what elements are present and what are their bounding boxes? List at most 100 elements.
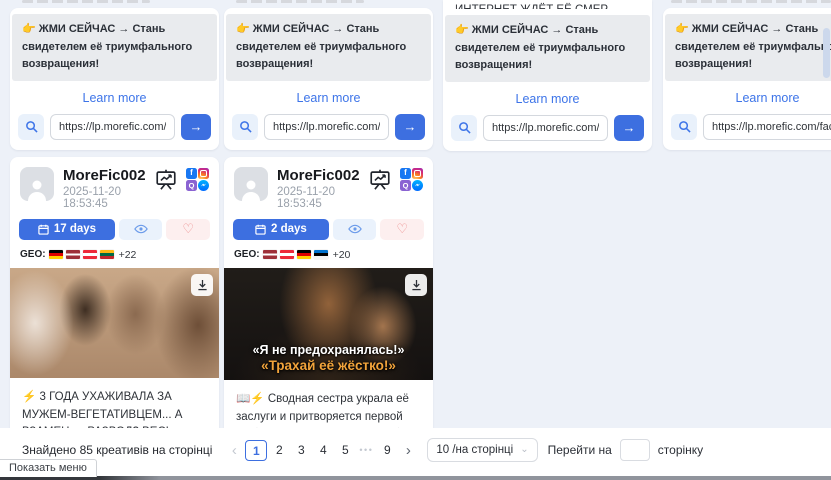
views-button[interactable]	[119, 219, 163, 240]
geo-more-count: +20	[333, 249, 351, 261]
url-row: →	[10, 114, 219, 150]
search-icon-button[interactable]	[451, 115, 477, 141]
stats-row: 2 days ♡	[224, 210, 433, 240]
image-download-button[interactable]	[405, 274, 427, 296]
open-link-button[interactable]: →	[181, 114, 211, 140]
arrow-right-icon: →	[404, 119, 417, 134]
placement-icons: f Q	[400, 168, 423, 191]
search-icon-button[interactable]	[18, 114, 44, 140]
geo-flags	[263, 250, 328, 259]
flag-lt-icon	[100, 250, 114, 259]
stats-row: 17 days ♡	[10, 210, 219, 240]
column-3: ИНТЕРНЕТ ЖДЁТ ЕЁ СМЕР...more 👉 ЖМИ СЕЙЧА…	[443, 0, 652, 151]
audience-network-icon: Q	[400, 180, 411, 191]
search-icon	[239, 120, 252, 133]
profile-timestamp: 2025-11-20 18:53:45	[277, 186, 368, 210]
page-size-value: 10 /на сторінці	[436, 444, 513, 456]
audience-network-icon: Q	[186, 180, 197, 191]
show-menu-tooltip[interactable]: Показать меню	[0, 459, 97, 477]
facebook-icon: f	[186, 168, 197, 179]
clipped-card-fragment	[22, 0, 150, 3]
url-input[interactable]	[483, 115, 608, 141]
eye-icon	[134, 224, 148, 234]
goto-page-input[interactable]	[620, 439, 650, 461]
url-input[interactable]	[264, 114, 389, 140]
creative-image[interactable]	[10, 268, 219, 378]
learn-more-link[interactable]: Learn more	[10, 91, 219, 105]
days-label: 17 days	[54, 223, 96, 235]
search-icon-button[interactable]	[671, 114, 697, 140]
results-count-text: Знайдено 85 креативів на сторінці	[22, 443, 212, 457]
creatives-page: 👉 ЖМИ СЕЙЧАС → Стань свидетелем её триум…	[0, 0, 831, 480]
facebook-icon: f	[400, 168, 411, 179]
image-caption: «Я не предохранялась!» «Трахай её жёстко…	[224, 343, 433, 373]
calendar-icon	[255, 224, 266, 235]
days-active-badge[interactable]: 17 days	[19, 219, 115, 240]
messenger-icon	[412, 180, 423, 191]
learn-more-link[interactable]: Learn more	[663, 91, 831, 105]
favorite-button[interactable]: ♡	[166, 219, 210, 240]
cta-text: 👉 ЖМИ СЕЙЧАС → Стань свидетелем её триум…	[445, 15, 650, 82]
clipped-card-fragment	[236, 0, 364, 3]
goto-page-suffix: сторінку	[658, 443, 703, 457]
cta-text: 👉 ЖМИ СЕЙЧАС → Стань свидетелем её триум…	[12, 14, 217, 81]
url-input[interactable]	[703, 114, 831, 140]
scrollbar-thumb[interactable]	[823, 28, 830, 78]
geo-flags	[49, 250, 114, 259]
url-row	[663, 114, 831, 150]
person-icon	[240, 177, 262, 201]
search-icon-button[interactable]	[232, 114, 258, 140]
favorite-button[interactable]: ♡	[380, 219, 424, 240]
days-active-badge[interactable]: 2 days	[233, 219, 329, 240]
page-button-4[interactable]: 4	[313, 440, 333, 461]
open-link-button[interactable]: →	[614, 115, 644, 141]
creative-card-footer-block: 👉 ЖМИ СЕЙЧАС → Стань свидетелем её триум…	[224, 8, 433, 150]
prev-page-button[interactable]: ‹	[225, 443, 243, 458]
views-button[interactable]	[333, 219, 377, 240]
geo-more-count: +22	[119, 249, 137, 261]
learn-more-link[interactable]: Learn more	[443, 92, 652, 106]
avatar	[234, 167, 268, 201]
profile-timestamp: 2025-11-20 18:53:45	[63, 186, 154, 210]
learn-more-link[interactable]: Learn more	[224, 91, 433, 105]
open-link-button[interactable]: →	[395, 114, 425, 140]
heart-icon: ♡	[182, 221, 194, 237]
image-download-button[interactable]	[191, 274, 213, 296]
flag-de-icon	[49, 250, 63, 259]
chevron-down-icon: ⌄	[520, 445, 528, 455]
profile-name: MoreFic002	[277, 167, 368, 184]
pagination-ellipsis[interactable]: •••	[359, 445, 373, 455]
page-button-1[interactable]: 1	[245, 440, 267, 461]
pagination-footer: Знайдено 85 креативів на сторінці ‹ 1 2 …	[0, 428, 831, 477]
page-size-select[interactable]: 10 /на сторінці ⌄	[427, 438, 537, 462]
creative-image[interactable]: «Я не предохранялась!» «Трахай её жёстко…	[224, 268, 433, 380]
geo-label: GEO:	[234, 249, 260, 260]
page-button-9[interactable]: 9	[377, 440, 397, 461]
search-icon	[458, 121, 471, 134]
url-input[interactable]	[50, 114, 175, 140]
messenger-icon	[198, 180, 209, 191]
search-icon	[25, 120, 38, 133]
days-label: 2 days	[271, 223, 307, 235]
placement-icons: f Q	[186, 168, 209, 191]
cta-text: 👉 ЖМИ СЕЙЧАС → Стань свидетелем её триум…	[226, 14, 431, 81]
next-page-button[interactable]: ›	[399, 443, 417, 458]
profile-name: MoreFic002	[63, 167, 154, 184]
bottom-bar	[0, 476, 831, 480]
page-button-2[interactable]: 2	[269, 440, 289, 461]
creative-card-footer-block: 👉 ЖМИ СЕЙЧАС → Стань свидетелем её триум…	[10, 8, 219, 150]
geo-label: GEO:	[20, 249, 46, 260]
page-button-5[interactable]: 5	[335, 440, 355, 461]
profile-info: MoreFic002 2025-11-20 18:53:45	[63, 167, 154, 210]
instagram-icon	[412, 168, 423, 179]
avatar	[20, 167, 54, 201]
url-row: →	[443, 115, 652, 151]
presentation-board-icon	[368, 168, 392, 196]
geo-row: GEO: +20	[224, 240, 433, 268]
flag-de-icon	[297, 250, 311, 259]
page-button-3[interactable]: 3	[291, 440, 311, 461]
flag-ee-icon	[314, 250, 328, 259]
cta-text: 👉 ЖМИ СЕЙЧАС → Стань свидетелем её триум…	[665, 14, 831, 81]
flag-at-icon	[280, 250, 294, 259]
person-icon	[26, 177, 48, 201]
